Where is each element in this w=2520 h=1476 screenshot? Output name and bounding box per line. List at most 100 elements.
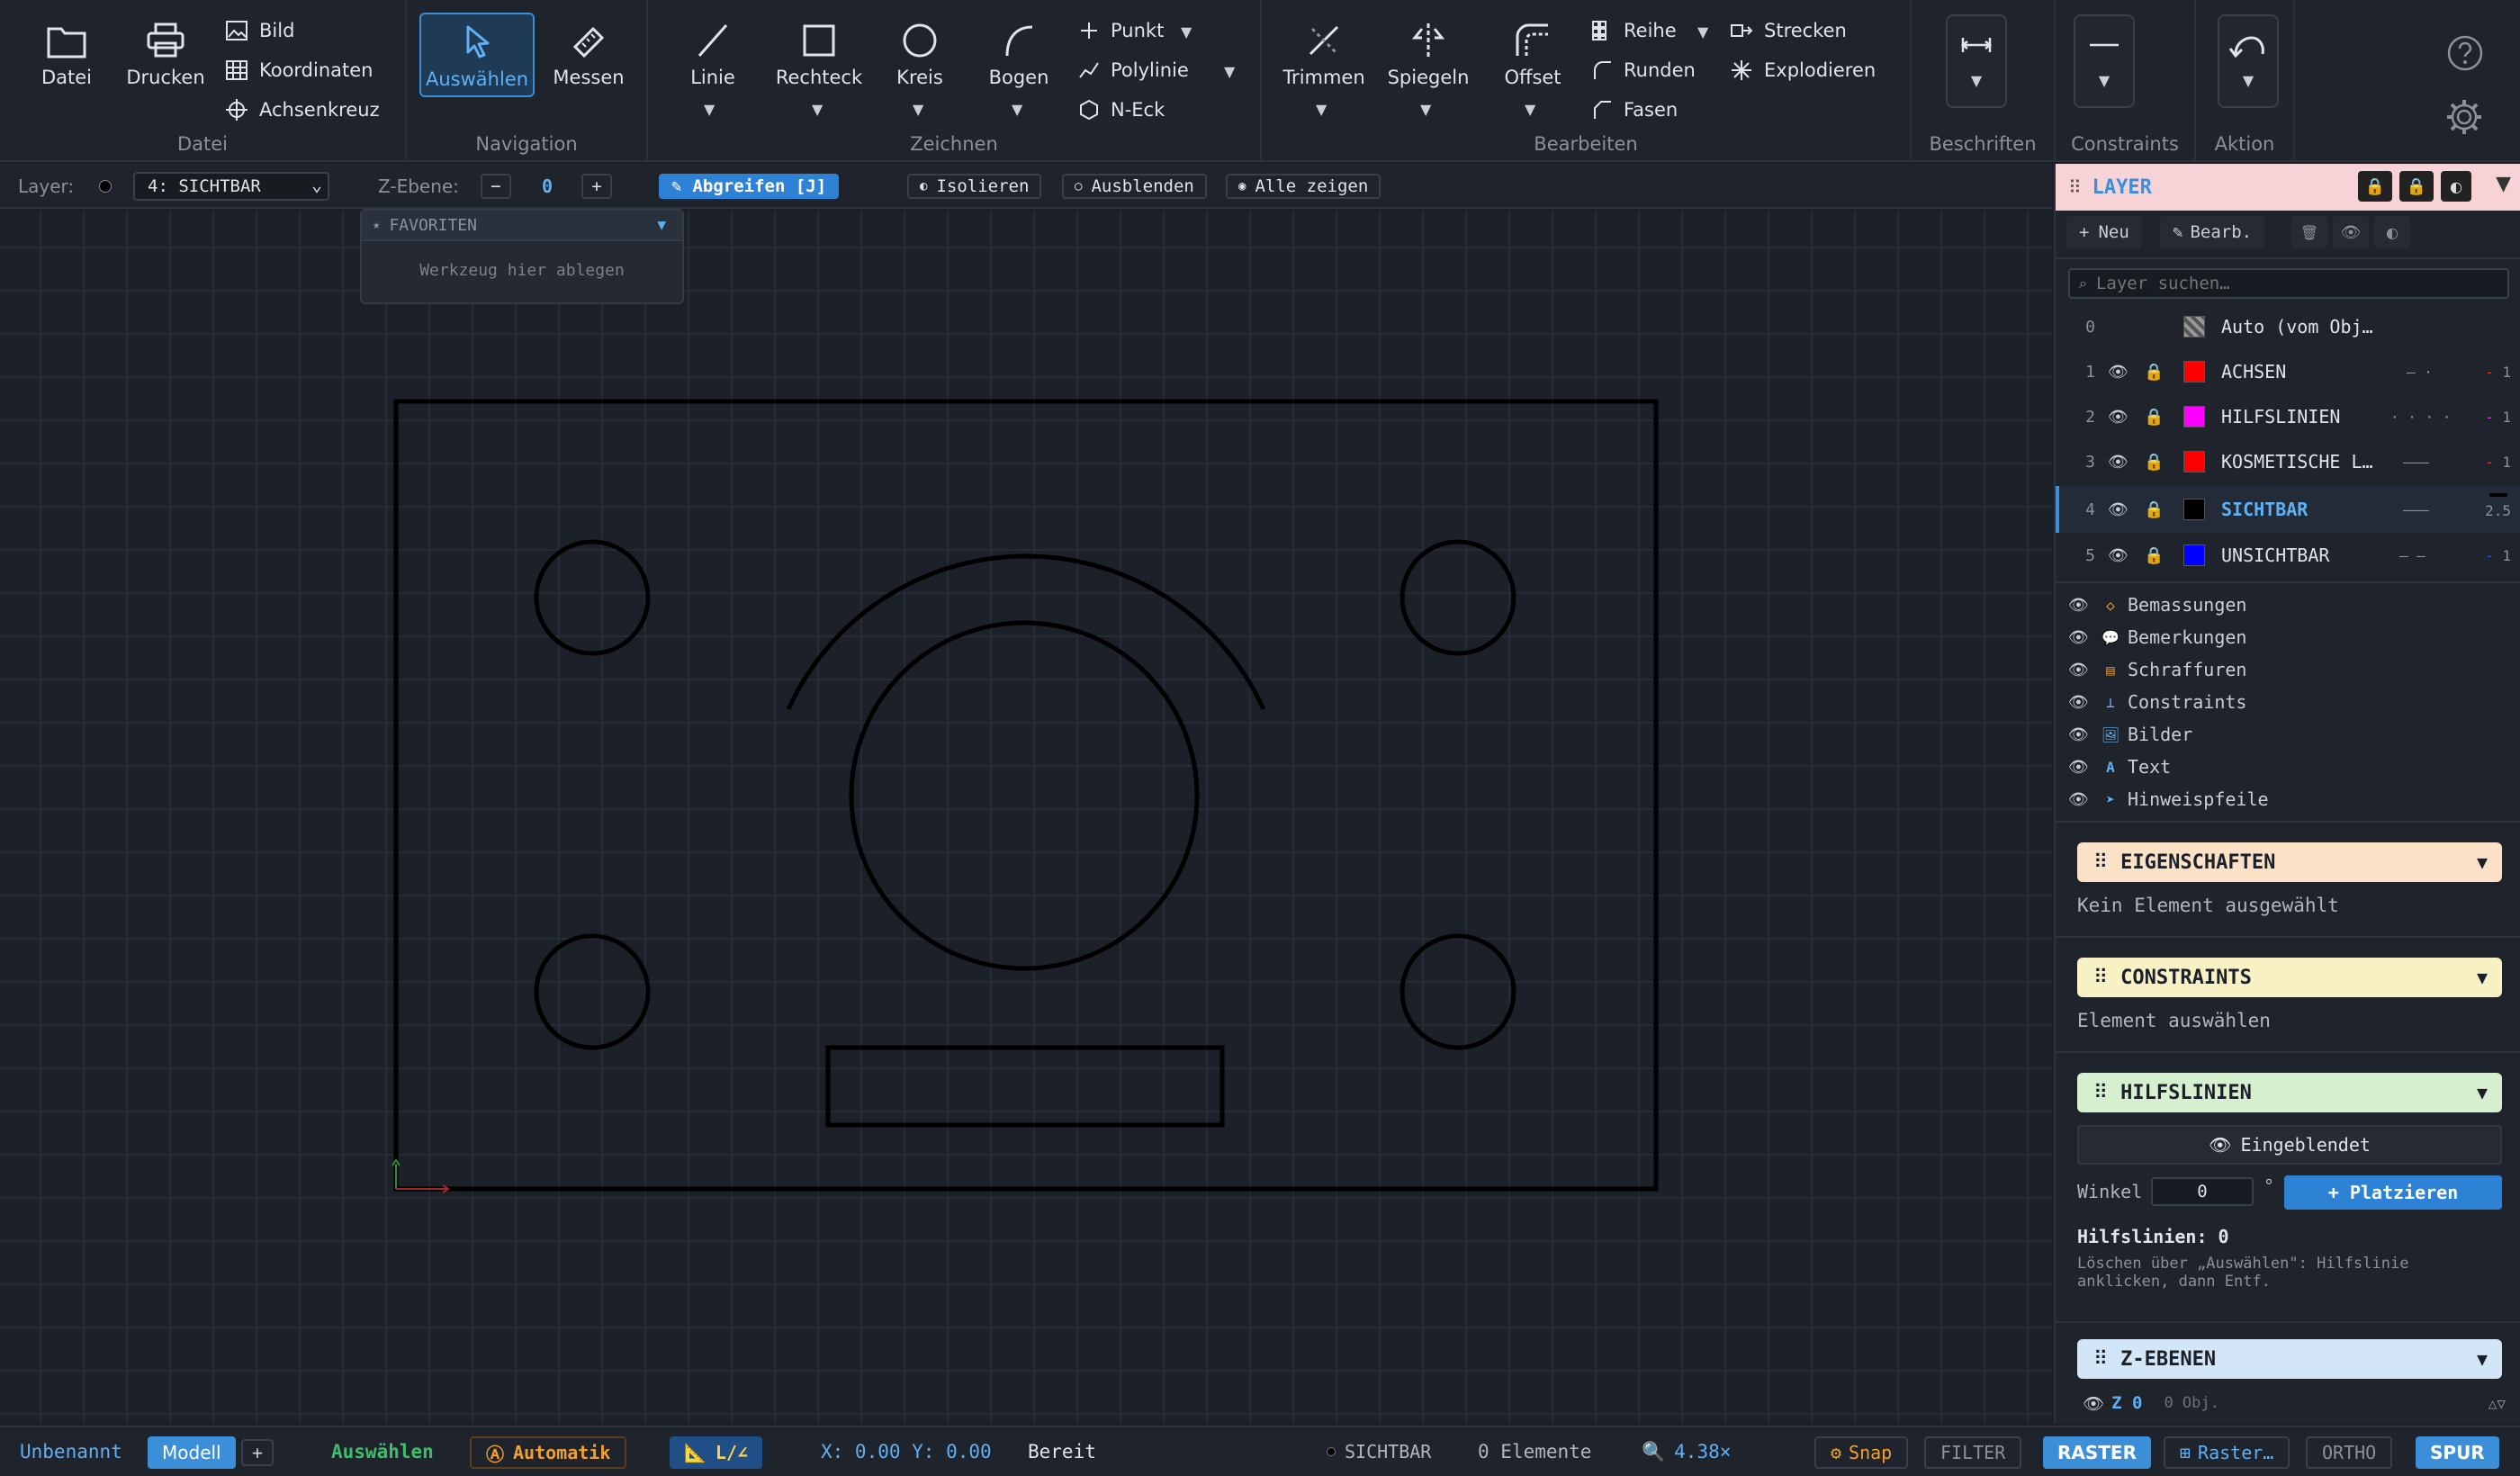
tracking-toggle[interactable]: SPUR [2416, 1436, 2499, 1469]
z-level-value[interactable]: 0 [542, 173, 553, 200]
eye-icon[interactable]: 👁 [2068, 661, 2092, 680]
chamfer-tool-button[interactable]: Fasen [1591, 94, 1678, 126]
point-tool-button[interactable]: Punkt [1078, 14, 1164, 47]
ngon-tool-button[interactable]: N-Eck [1078, 94, 1165, 126]
toggle-visibility-button[interactable]: 👁 [2333, 216, 2369, 248]
layer-panel-header[interactable]: ⠿ LAYER 🔒 🔒 ◐ ▼ [2056, 164, 2520, 211]
layer-row-1[interactable]: 1 👁 🔒 ACHSEN — · - 1 [2056, 349, 2520, 394]
rectangle-tool-button[interactable]: Rechteck [765, 13, 873, 97]
drag-handle-icon[interactable]: ⠿ [2093, 1082, 2108, 1104]
constraints-header[interactable]: ⠿ CONSTRAINTS ▼ [2077, 958, 2502, 997]
offset-tool-button[interactable]: Offset [1483, 13, 1582, 97]
category-text[interactable]: 👁 A Text [2068, 751, 2171, 783]
circle-dropdown-caret[interactable]: ▼ [913, 101, 923, 118]
place-guide-button[interactable]: + Platzieren [2284, 1175, 2502, 1210]
z-level-row[interactable]: 👁 Z 0 0 Obj. △▽ [2083, 1390, 2506, 1417]
contrast-layer-button[interactable]: ◐ [2374, 216, 2410, 248]
layer-color-swatch[interactable] [2183, 544, 2205, 566]
snap-toggle[interactable]: ⚙ Snap [1814, 1436, 1909, 1469]
collapse-arrow-icon[interactable]: ▼ [2477, 967, 2488, 988]
ortho-toggle[interactable]: ORTHO [2306, 1436, 2393, 1469]
z-increment-button[interactable]: + [581, 174, 612, 199]
category-images[interactable]: 👁 🖼 Bilder [2068, 718, 2192, 751]
trim-tool-button[interactable]: Trimmen [1274, 13, 1373, 97]
favorites-dropzone[interactable]: Werkzeug hier ablegen [362, 261, 682, 280]
help-button[interactable] [2446, 34, 2484, 76]
drag-handle-icon[interactable]: ⠿ [2093, 851, 2108, 874]
model-tab[interactable]: Modell [148, 1436, 236, 1469]
eye-icon[interactable]: 👁 [2108, 408, 2129, 427]
arc-tool-button[interactable]: Bogen [972, 13, 1066, 97]
eye-icon[interactable]: 👁 [2068, 758, 2092, 777]
offset-dropdown-caret[interactable]: ▼ [1525, 101, 1535, 118]
layer-search-input[interactable] [2095, 274, 2492, 293]
layer-search-field[interactable]: ⌕ [2068, 268, 2509, 299]
line-dropdown-caret[interactable]: ▼ [704, 101, 715, 118]
lock-icon[interactable]: 🔒 [2144, 408, 2165, 427]
file-name[interactable]: Unbenannt [20, 1435, 122, 1469]
hide-button[interactable]: ○ Ausblenden [1062, 174, 1207, 199]
isolate-button[interactable]: ◐ Isolieren [907, 174, 1042, 199]
eye-icon[interactable]: 👁 [2108, 546, 2129, 565]
slot-rectangle[interactable] [825, 1045, 1225, 1128]
collapse-arrow-icon[interactable]: ▼ [2477, 1082, 2488, 1103]
arc-dropdown-caret[interactable]: ▼ [1012, 101, 1022, 118]
eye-icon[interactable]: 👁 [2068, 628, 2092, 647]
layer-color-swatch[interactable] [2183, 499, 2205, 520]
category-hatches[interactable]: 👁 ▤ Schraffuren [2068, 653, 2246, 686]
filter-toggle[interactable]: FILTER [1924, 1436, 2022, 1469]
angle-mode-button[interactable]: 📐 L/∠ [670, 1436, 763, 1469]
hole-top-left[interactable] [534, 539, 651, 656]
raster-options-button[interactable]: ⊞ Raster… [2164, 1436, 2290, 1469]
open-file-button[interactable]: Datei [20, 13, 113, 97]
edit-layer-button[interactable]: ✎ Bearb. [2160, 216, 2265, 248]
pick-layer-button[interactable]: ✎ Abgreifen [J] [659, 174, 840, 199]
measure-tool-button[interactable]: Messen [542, 13, 635, 97]
drag-handle-icon[interactable]: ⠿ [2068, 176, 2082, 198]
guides-header[interactable]: ⠿ HILFSLINIEN ▼ [2077, 1073, 2502, 1112]
drawing-canvas[interactable] [0, 211, 2052, 1424]
line-tool-button[interactable]: Linie [666, 13, 760, 97]
outer-frame-rectangle[interactable] [393, 399, 1659, 1192]
polyline-tool-button[interactable]: Polylinie [1078, 54, 1189, 86]
select-tool-button[interactable]: Auswählen [419, 13, 535, 97]
layer-row-0[interactable]: 0 Auto (vom Obj… [2056, 304, 2520, 349]
settings-button[interactable] [2444, 97, 2484, 140]
mirror-tool-button[interactable]: Spiegeln [1379, 13, 1478, 97]
contrast-button[interactable]: ◐ [2441, 171, 2471, 202]
array-dropdown-caret[interactable]: ▼ [1697, 23, 1708, 40]
show-all-button[interactable]: ◉ Alle zeigen [1226, 174, 1382, 199]
collapse-arrow-icon[interactable]: ▼ [2477, 1348, 2488, 1370]
constraint-tool-button[interactable]: ▼ [2074, 14, 2135, 108]
rectangle-dropdown-caret[interactable]: ▼ [812, 101, 823, 118]
drag-handle-icon[interactable]: ⠿ [2093, 1348, 2108, 1371]
layer-row-2[interactable]: 2 👁 🔒 HILFSLINIEN · · · · - 1 [2056, 394, 2520, 439]
trim-dropdown-caret[interactable]: ▼ [1316, 101, 1327, 118]
polyline-dropdown-caret[interactable]: ▼ [1224, 63, 1235, 80]
move-up-down-icon[interactable]: △▽ [2488, 1395, 2506, 1412]
hole-bottom-right[interactable] [1400, 933, 1516, 1050]
image-button[interactable]: Bild [225, 14, 294, 47]
print-button[interactable]: Drucken [119, 13, 212, 97]
z-decrement-button[interactable]: − [481, 174, 511, 199]
unlock-all-button[interactable]: 🔒 [2399, 171, 2434, 202]
drag-handle-icon[interactable]: ⠿ [2093, 967, 2108, 989]
category-comments[interactable]: 👁 💬 Bemerkungen [2068, 621, 2246, 653]
collapse-arrow-icon[interactable]: ▼ [2496, 173, 2511, 195]
array-tool-button[interactable]: Reihe [1591, 14, 1677, 47]
lock-icon[interactable]: 🔒 [2144, 546, 2165, 565]
layer-color-swatch[interactable] [2183, 361, 2205, 382]
eye-icon[interactable]: 👁 [2108, 500, 2129, 519]
auto-mode-button[interactable]: Ⓐ Automatik [470, 1436, 627, 1469]
mirror-dropdown-caret[interactable]: ▼ [1420, 101, 1431, 118]
category-dimensions[interactable]: 👁 ◇ Bemassungen [2068, 589, 2246, 621]
lock-icon[interactable]: 🔒 [2144, 453, 2165, 472]
z-levels-header[interactable]: ⠿ Z-EBENEN ▼ [2077, 1339, 2502, 1379]
guides-visibility-toggle[interactable]: 👁 Eingeblendet [2077, 1125, 2502, 1165]
crosshair-button[interactable]: Achsenkreuz [225, 94, 380, 126]
layer-color-swatch[interactable] [2183, 451, 2205, 472]
eye-icon[interactable]: 👁 [2108, 363, 2129, 382]
delete-layer-button[interactable]: 🗑 [2291, 216, 2327, 248]
category-leaders[interactable]: 👁 ➤ Hinweispfeile [2068, 783, 2269, 815]
layer-row-4-active[interactable]: 4 👁 🔒 SICHTBAR ——— 2.5 [2056, 486, 2520, 533]
